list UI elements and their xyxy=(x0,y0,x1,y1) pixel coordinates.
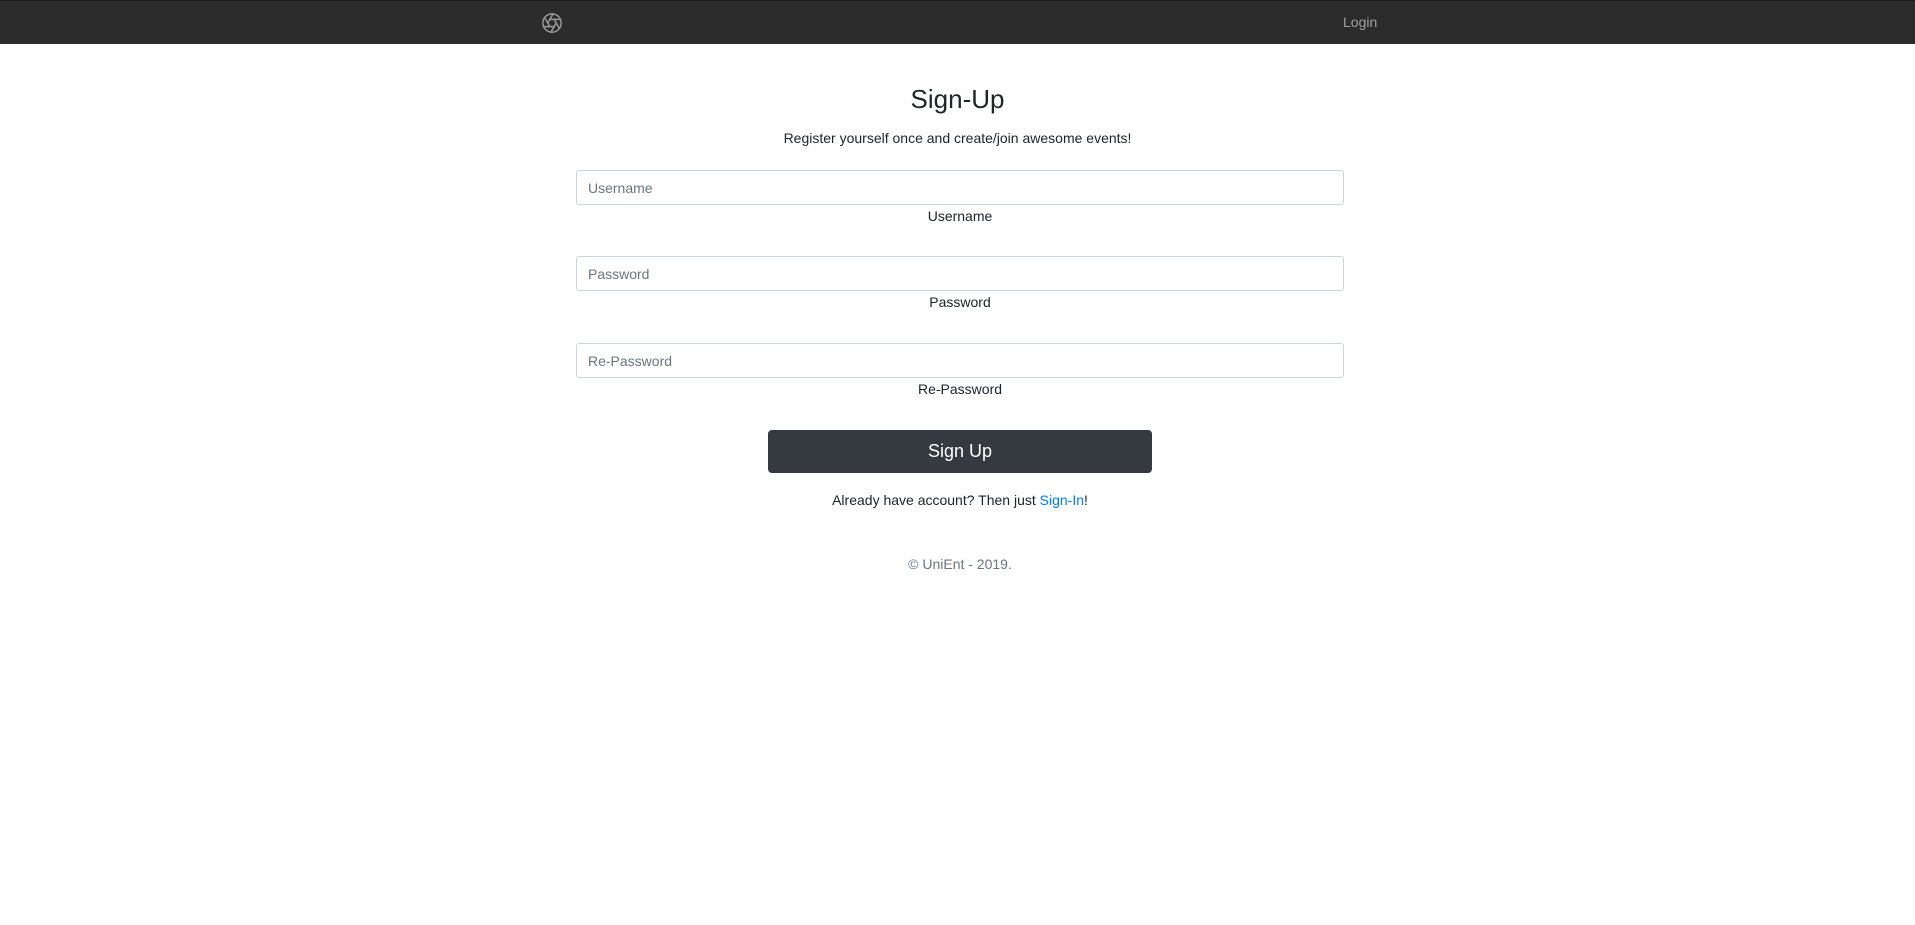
aperture-icon[interactable] xyxy=(541,12,563,34)
page-subtitle: Register yourself once and create/join a… xyxy=(783,130,1132,146)
password-label: Password xyxy=(929,294,991,310)
username-input[interactable] xyxy=(576,170,1344,205)
footer-copyright: © UniEnt - 2019. xyxy=(908,556,1012,572)
password-input[interactable] xyxy=(576,256,1344,291)
username-label: Username xyxy=(927,208,993,224)
signin-suffix-text: ! xyxy=(1084,492,1088,508)
signin-prompt: Already have account? Then just Sign-In! xyxy=(0,492,1915,508)
nav-login-link[interactable]: Login xyxy=(1343,14,1377,30)
sign-up-button[interactable]: Sign Up xyxy=(768,430,1152,473)
re-password-input[interactable] xyxy=(576,343,1344,378)
re-password-label: Re-Password xyxy=(917,381,1003,397)
signin-prefix-text: Already have account? Then just xyxy=(832,492,1040,508)
page-title: Sign-Up xyxy=(910,84,1005,114)
sign-in-link[interactable]: Sign-In xyxy=(1040,492,1084,508)
top-navbar: Login xyxy=(0,0,1915,44)
